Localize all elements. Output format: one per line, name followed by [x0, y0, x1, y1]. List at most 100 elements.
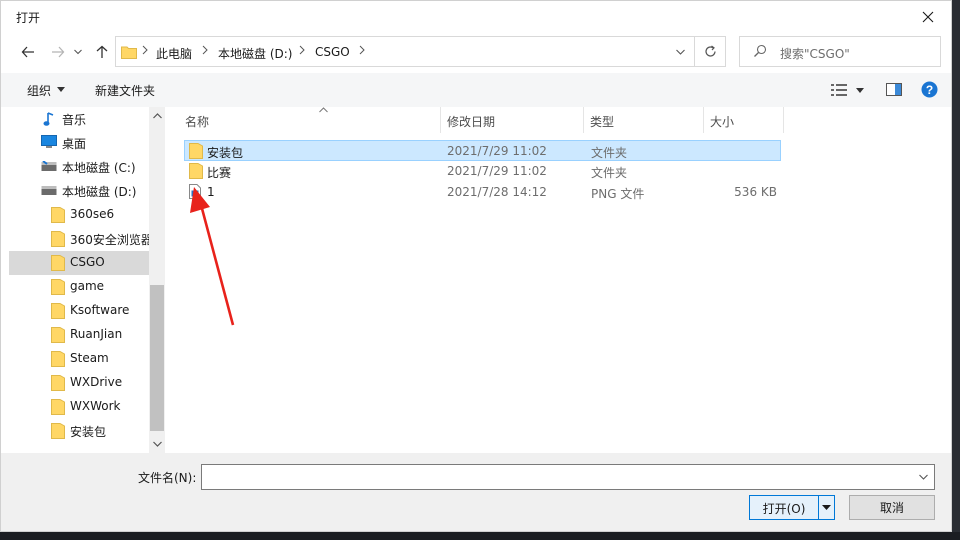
sort-ascending-icon — [319, 107, 328, 113]
scroll-thumb[interactable] — [150, 285, 164, 431]
file-row[interactable]: 1 2021/7/28 14:12 PNG 文件 536 KB — [184, 182, 781, 203]
forward-button[interactable] — [47, 41, 69, 63]
drive-icon — [41, 186, 57, 195]
breadcrumb-this-pc[interactable]: 此电脑 — [156, 45, 192, 62]
folder-icon — [51, 303, 65, 319]
caret-down-icon — [822, 505, 831, 510]
folder-icon — [51, 231, 65, 247]
navigation-pane: 音乐 桌面 本地磁盘 (C:) 本地磁盘 (D:) 360se6 360安全浏览… — [9, 107, 165, 453]
dialog-title: 打开 — [16, 11, 41, 25]
open-file-dialog: 打开 此电脑 本地磁盘 (D:) CSGO 搜索"CSGO" 组织 新建文件夹 … — [0, 0, 952, 532]
file-name: 比赛 — [207, 166, 232, 180]
sidebar-item-drive-c[interactable]: 本地磁盘 (C:) — [9, 155, 149, 179]
help-icon[interactable]: ? — [921, 81, 938, 98]
filename-label: 文件名(N): — [138, 471, 197, 485]
folder-icon — [51, 351, 65, 367]
open-button-label: 打开(O) — [762, 502, 806, 516]
sidebar-item-desktop[interactable]: 桌面 — [9, 131, 149, 155]
refresh-icon — [704, 45, 716, 57]
recent-locations-button[interactable] — [71, 41, 85, 63]
svg-text:?: ? — [926, 83, 933, 97]
filename-field[interactable] — [201, 464, 935, 490]
refresh-button[interactable] — [695, 36, 726, 67]
file-list: 名称 修改日期 类型 大小 安装包 2021/7/29 11:02 文件夹 比赛… — [165, 107, 951, 453]
caret-down-icon — [57, 87, 65, 92]
file-type: PNG 文件 — [591, 187, 645, 201]
caret-down-icon[interactable] — [856, 88, 864, 93]
cancel-button[interactable]: 取消 — [849, 495, 935, 520]
background-app — [0, 532, 960, 540]
column-header-date[interactable]: 修改日期 — [441, 107, 584, 133]
sidebar-item-360se6[interactable]: 360se6 — [9, 203, 149, 227]
address-bar[interactable]: 此电脑 本地磁盘 (D:) CSGO — [115, 36, 695, 67]
chevron-right-icon — [202, 45, 208, 55]
chevron-down-icon — [152, 441, 162, 447]
title-bar: 打开 — [1, 1, 951, 33]
sidebar-item-steam[interactable]: Steam — [9, 347, 149, 371]
sidebar-item-csgo[interactable]: CSGO — [9, 251, 149, 275]
filename-dropdown[interactable] — [912, 465, 934, 489]
sidebar-item-drive-d[interactable]: 本地磁盘 (D:) — [9, 179, 149, 203]
folder-icon — [51, 375, 65, 391]
chevron-right-icon — [299, 45, 305, 55]
back-button[interactable] — [17, 41, 39, 63]
folder-icon — [51, 423, 65, 439]
breadcrumb-csgo[interactable]: CSGO — [315, 45, 350, 59]
breadcrumb-drive-d[interactable]: 本地磁盘 (D:) — [218, 45, 292, 62]
arrow-up-icon — [96, 45, 108, 58]
sidebar-item-ruanjian[interactable]: RuanJian — [9, 323, 149, 347]
file-row[interactable]: 安装包 2021/7/29 11:02 文件夹 — [184, 140, 781, 161]
organize-menu[interactable]: 组织 — [27, 82, 51, 99]
up-button[interactable] — [91, 41, 113, 63]
dialog-footer: 文件名(N): 打开(O) 取消 — [1, 453, 951, 531]
sidebar-item-music[interactable]: 音乐 — [9, 107, 149, 131]
open-button[interactable]: 打开(O) — [749, 495, 835, 520]
sidebar-item-wxdrive[interactable]: WXDrive — [9, 371, 149, 395]
search-input[interactable]: 搜索"CSGO" — [739, 36, 941, 67]
command-bar: 组织 新建文件夹 ? — [1, 73, 951, 107]
chevron-right-icon — [142, 45, 148, 55]
navigation-bar: 此电脑 本地磁盘 (D:) CSGO 搜索"CSGO" — [1, 33, 951, 73]
file-row[interactable]: 比赛 2021/7/29 11:02 文件夹 — [184, 161, 781, 182]
view-details-icon[interactable] — [831, 84, 847, 96]
annotation-arrow-icon — [190, 187, 235, 326]
folder-icon — [51, 279, 65, 295]
desktop-icon — [41, 135, 57, 148]
open-options-dropdown[interactable] — [818, 496, 834, 519]
column-header-name[interactable]: 名称 — [179, 107, 441, 133]
file-name: 安装包 — [207, 146, 244, 160]
search-icon — [754, 44, 767, 57]
chevron-right-icon — [359, 45, 365, 55]
preview-pane-icon[interactable] — [886, 83, 902, 96]
file-type: 文件夹 — [591, 146, 628, 160]
chevron-down-icon — [74, 49, 82, 55]
sidebar-item-game[interactable]: game — [9, 275, 149, 299]
close-button[interactable] — [905, 1, 951, 33]
chevron-down-icon — [918, 474, 928, 480]
scroll-down-button[interactable] — [149, 435, 165, 453]
address-history-dropdown[interactable] — [664, 37, 696, 66]
close-icon — [922, 11, 934, 23]
new-folder-button[interactable]: 新建文件夹 — [95, 82, 155, 99]
background-app — [952, 0, 960, 540]
sidebar-item-installers[interactable]: 安装包 — [9, 419, 149, 443]
sidebar-item-ksoftware[interactable]: Ksoftware — [9, 299, 149, 323]
arrow-left-icon — [21, 46, 34, 58]
arrow-right-icon — [52, 46, 65, 58]
folder-icon — [121, 46, 137, 59]
drive-icon — [41, 161, 57, 171]
folder-icon — [51, 255, 65, 271]
folder-icon — [51, 399, 65, 415]
column-header-size[interactable]: 大小 — [704, 107, 784, 133]
folder-icon — [51, 327, 65, 343]
sidebar-scrollbar[interactable] — [149, 107, 165, 453]
file-size: 536 KB — [734, 185, 777, 199]
folder-icon — [51, 207, 65, 223]
folder-icon — [189, 163, 203, 179]
music-icon — [43, 112, 54, 126]
sidebar-item-wxwork[interactable]: WXWork — [9, 395, 149, 419]
column-header-type[interactable]: 类型 — [584, 107, 704, 133]
chevron-down-icon — [675, 49, 685, 55]
scroll-up-button[interactable] — [149, 107, 165, 125]
sidebar-item-360-browser[interactable]: 360安全浏览器 — [9, 227, 149, 251]
